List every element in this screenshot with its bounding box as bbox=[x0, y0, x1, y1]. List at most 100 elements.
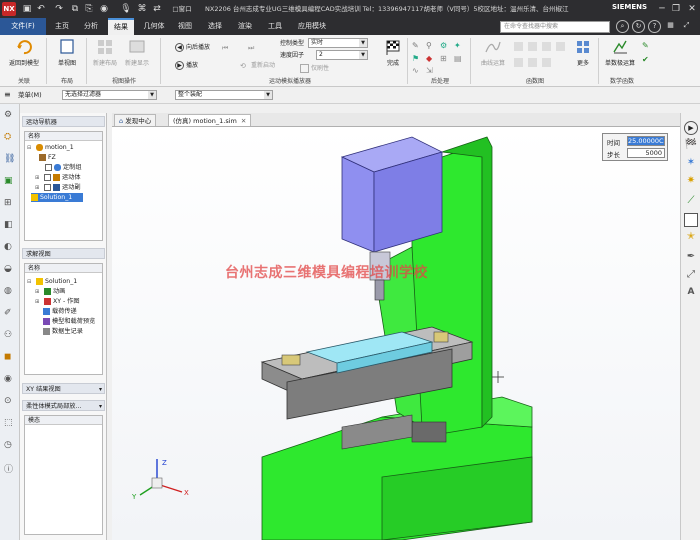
new-layout-button[interactable]: 新建布局 bbox=[88, 38, 122, 67]
process-studio-icon[interactable]: ✐ bbox=[4, 308, 16, 320]
motion-navigator-icon[interactable]: ⛭ bbox=[4, 132, 16, 144]
graph-tool-1-button[interactable] bbox=[514, 41, 525, 52]
undo-icon[interactable]: ↶ bbox=[34, 2, 48, 16]
tab-analysis[interactable]: 分析 bbox=[80, 18, 102, 35]
solve-item-xy-plot[interactable]: ⊞ XY - 作图 bbox=[35, 297, 80, 306]
solve-item-model-preview[interactable]: 模型和载荷预览 bbox=[43, 317, 95, 326]
selection-filter-select[interactable]: 无选择过滤器 ▼ bbox=[62, 90, 157, 100]
play-backward-button[interactable]: ◀ 向后播放 bbox=[175, 42, 210, 53]
tab-select[interactable]: 选择 bbox=[205, 18, 225, 35]
step-input[interactable]: 5000 bbox=[627, 148, 665, 158]
post-tool-9-button[interactable]: ∿ bbox=[412, 64, 423, 75]
play-button[interactable]: ▶ 播放 bbox=[175, 60, 198, 71]
post-tool-10-button[interactable]: ⇲ bbox=[426, 64, 437, 75]
restart-button[interactable]: ⟲ 重新启动 bbox=[240, 60, 275, 71]
tree-item-links[interactable]: ⊞ 运动体 bbox=[35, 173, 81, 182]
window-menu[interactable]: □窗口 bbox=[168, 2, 196, 16]
command-search-input[interactable]: 在命令查找器中搜索 bbox=[500, 21, 610, 33]
tab-home[interactable]: 主页 bbox=[52, 18, 72, 35]
graph-tool-5-button[interactable] bbox=[514, 57, 525, 68]
copy-icon[interactable]: ⧉ bbox=[68, 2, 82, 16]
graph-tool-3-button[interactable] bbox=[542, 41, 553, 52]
checkered-flag-icon[interactable]: 🏁 bbox=[684, 139, 698, 153]
favorite-icon[interactable]: ✭ bbox=[684, 231, 698, 245]
time-input[interactable]: 25.00000C bbox=[627, 136, 665, 146]
tab-applications[interactable]: 应用模块 bbox=[295, 18, 329, 35]
pen-icon[interactable]: ✒ bbox=[684, 251, 698, 265]
finish-button[interactable]: 完成 bbox=[380, 38, 406, 67]
refresh-icon[interactable]: ↻ bbox=[632, 20, 645, 33]
step-forward-button[interactable]: ⏭ bbox=[248, 42, 259, 53]
graph-tool-6-button[interactable] bbox=[528, 57, 539, 68]
mic-icon[interactable]: 🎙 bbox=[119, 2, 133, 16]
post-tool-4-button[interactable]: ✦ bbox=[454, 39, 465, 50]
solve-item-animation[interactable]: ⊞ 动画 bbox=[35, 287, 65, 296]
command-icon[interactable]: ⌘ bbox=[135, 2, 149, 16]
graph-tool-4-button[interactable] bbox=[556, 41, 567, 52]
more-button[interactable]: 更多 bbox=[572, 38, 594, 67]
graph-icon[interactable]: ⟋ bbox=[684, 195, 698, 209]
roles-icon[interactable]: ⚇ bbox=[4, 330, 16, 342]
palette-icon[interactable]: ◼ bbox=[4, 352, 16, 364]
menu-button[interactable]: 菜单(M) bbox=[18, 90, 42, 100]
redo-icon[interactable]: ↷ bbox=[52, 2, 66, 16]
post-tool-2-button[interactable]: ⚲ bbox=[426, 39, 437, 50]
expand-icon[interactable]: ⤢ bbox=[680, 20, 693, 33]
single-math-button[interactable]: 单数极运算 bbox=[600, 38, 640, 67]
tab-results[interactable]: 结果 bbox=[108, 18, 134, 35]
tab-motion-sim[interactable]: (仿真) motion_1.sim ✕ bbox=[168, 114, 252, 126]
star-icon[interactable]: ✶ bbox=[684, 157, 698, 171]
post-tool-3-button[interactable]: ⚙ bbox=[440, 39, 451, 50]
hd3d-icon[interactable]: ⬚ bbox=[4, 418, 16, 430]
tree-item-joints[interactable]: ⊞ 运动副 bbox=[35, 183, 81, 192]
tree-item-solution[interactable]: Solution_1 bbox=[31, 193, 83, 202]
close-tab-icon[interactable]: ✕ bbox=[241, 117, 246, 125]
swap-icon[interactable]: ⇄ bbox=[150, 2, 164, 16]
play-icon[interactable]: ▶ bbox=[684, 121, 698, 135]
tab-view[interactable]: 视图 bbox=[175, 18, 195, 35]
system-materials-icon[interactable]: ◍ bbox=[4, 286, 16, 298]
graph-tool-2-button[interactable] bbox=[528, 41, 539, 52]
curve-operation-button[interactable]: 曲线运算 bbox=[474, 38, 512, 67]
file-menu-button[interactable]: 文件(F) bbox=[0, 18, 46, 35]
return-to-model-button[interactable]: 返回到模型 bbox=[4, 38, 44, 67]
history-icon[interactable]: ◒ bbox=[4, 264, 16, 276]
step-back-button[interactable]: ⏮ bbox=[222, 42, 233, 53]
single-view-button[interactable]: 单视图 bbox=[50, 38, 84, 67]
solve-item-solution[interactable]: ⊟ Solution_1 bbox=[27, 277, 77, 286]
tree-item-custom-group[interactable]: 定制组 bbox=[45, 163, 82, 172]
tab-geometry[interactable]: 几何体 bbox=[140, 18, 168, 35]
info-icon[interactable]: ⓘ bbox=[4, 462, 16, 475]
flex-body-header[interactable]: 柔性体模式局部放... ▾ bbox=[22, 400, 105, 411]
post-tool-5-button[interactable]: ⚑ bbox=[412, 52, 423, 63]
solve-item-data-record[interactable]: 数据生记录 bbox=[43, 327, 83, 336]
fit-icon[interactable]: ⤢ bbox=[684, 269, 698, 283]
motion-navigator-header[interactable]: 运动导航器 bbox=[22, 116, 105, 127]
solve-view-header[interactable]: 求解视图 bbox=[22, 248, 105, 259]
paste-icon[interactable]: ⎘ bbox=[82, 2, 96, 16]
math-tool-2-button[interactable]: ✔ bbox=[642, 53, 653, 64]
blank-page-icon[interactable] bbox=[684, 213, 698, 227]
grid-icon[interactable]: ▦ bbox=[664, 20, 677, 33]
tree-item-fz[interactable]: FZ bbox=[39, 153, 56, 162]
control-type-select[interactable]: 实时 ▼ bbox=[308, 38, 368, 48]
speed-factor-select[interactable]: 2 ▼ bbox=[316, 50, 368, 60]
post-tool-6-button[interactable]: ◆ bbox=[426, 52, 437, 63]
new-display-button[interactable]: 新建显示 bbox=[120, 38, 154, 67]
tree-item-motion[interactable]: ⊟ motion_1 bbox=[27, 143, 74, 152]
menu-icon[interactable]: ≡ bbox=[4, 90, 14, 100]
settings-icon[interactable]: ⚙ bbox=[4, 110, 16, 122]
help-icon[interactable]: ? bbox=[648, 20, 661, 33]
reuse-library-icon[interactable]: ◧ bbox=[4, 220, 16, 232]
tab-tools[interactable]: 工具 bbox=[265, 18, 285, 35]
analysis-icon[interactable]: ◉ bbox=[4, 374, 16, 386]
clock-icon[interactable]: ◷ bbox=[4, 440, 16, 452]
post-tool-1-button[interactable]: ✎ bbox=[412, 39, 423, 50]
refresh-only-toggle[interactable]: 仅刷性 bbox=[300, 63, 329, 74]
part-navigator-icon[interactable]: ▣ bbox=[4, 176, 16, 188]
save-icon[interactable]: ▣ bbox=[20, 2, 34, 16]
solve-item-load-transfer[interactable]: 载荷传递 bbox=[43, 307, 77, 316]
close-button[interactable]: ✕ bbox=[682, 0, 700, 18]
search-icon[interactable]: ⌕ bbox=[616, 20, 629, 33]
sparkle-icon[interactable]: ✷ bbox=[684, 175, 698, 189]
